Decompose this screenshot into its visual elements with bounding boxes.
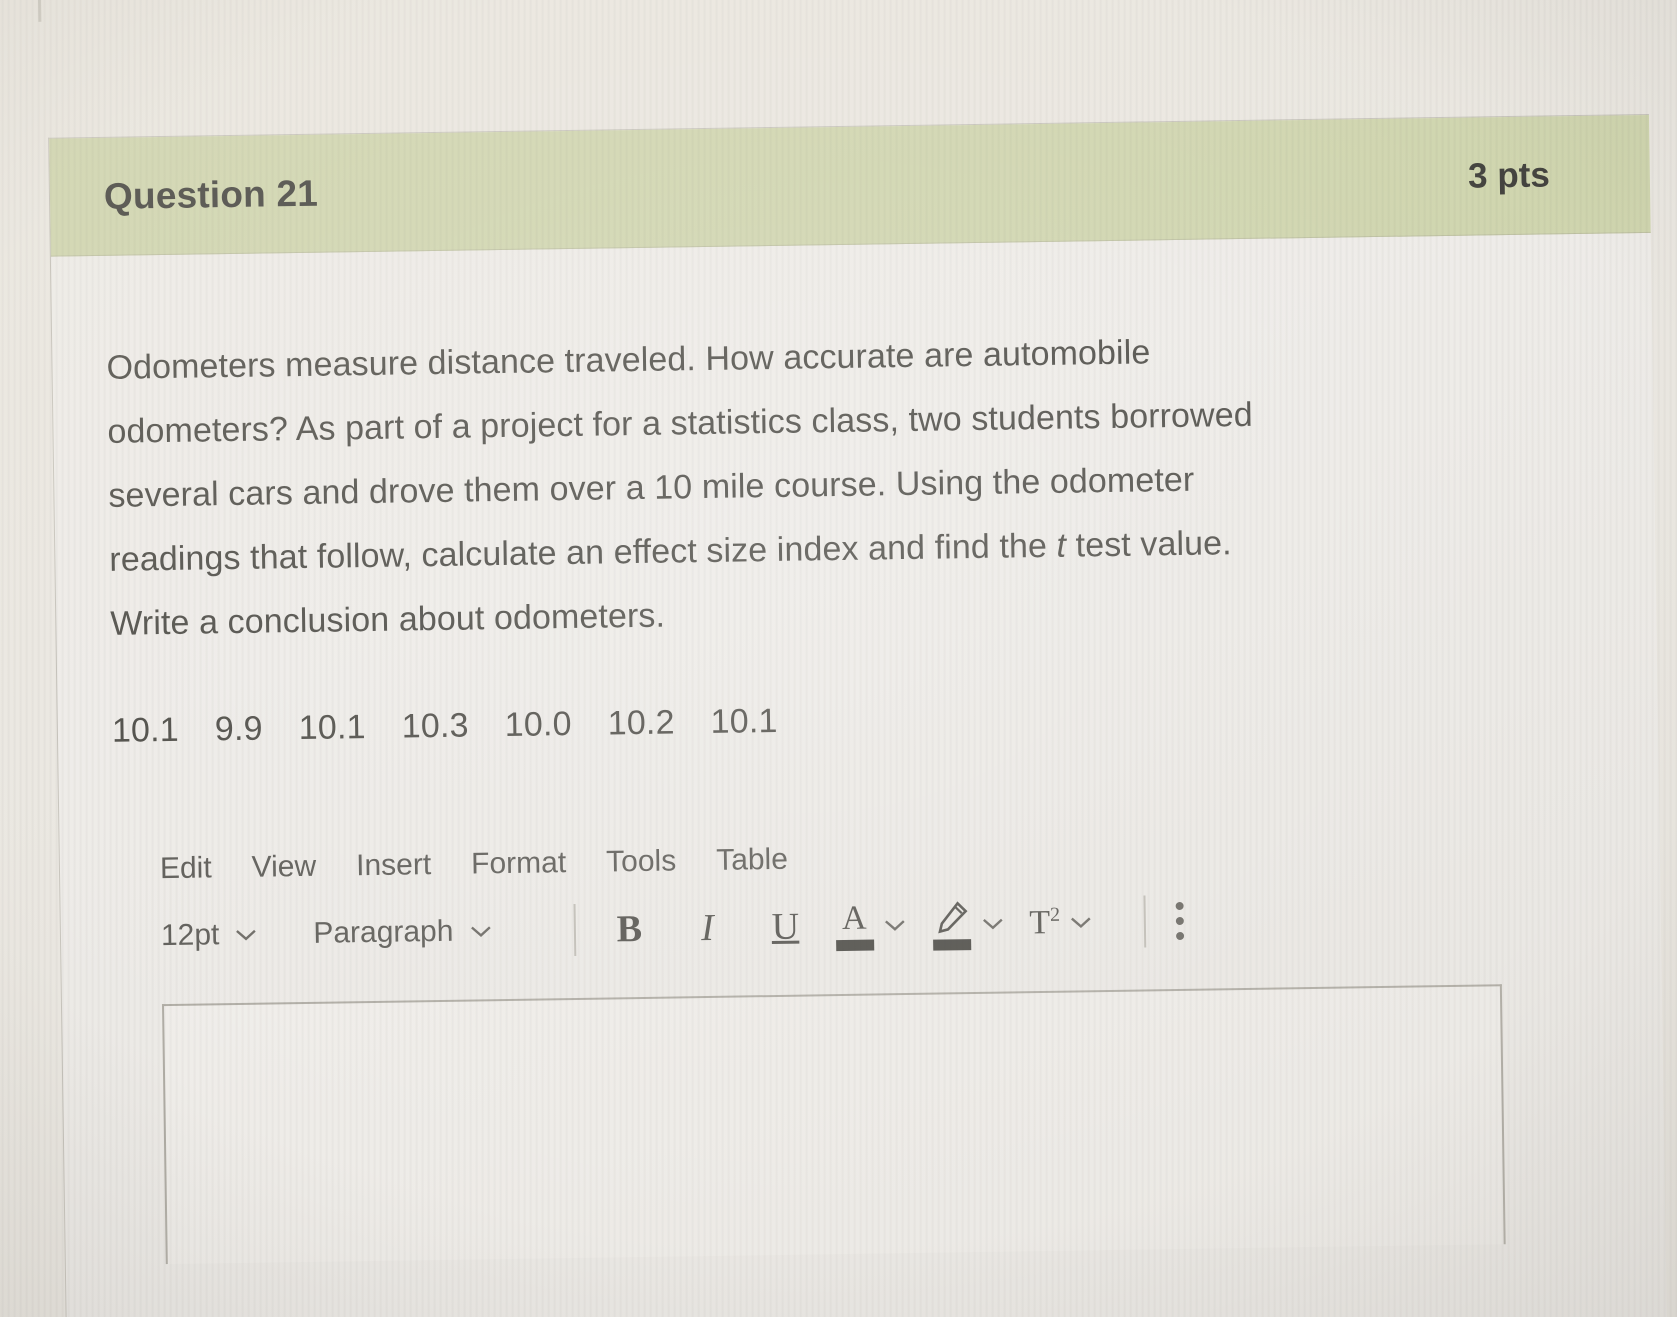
previous-question-card-left-edge [37, 0, 42, 22]
text-color-button[interactable]: A [835, 899, 906, 951]
highlight-color-swatch-bar [932, 938, 971, 951]
rich-content-editor: Edit View Insert Format Tools Table 12pt [136, 826, 1542, 1265]
toolbar-separator [573, 903, 576, 956]
italic-variable-t: t [1056, 526, 1067, 565]
chevron-down-icon [235, 929, 257, 941]
question-header: Question 21 3 pts [49, 114, 1651, 257]
chevron-down-icon[interactable] [883, 919, 905, 931]
menu-item-edit[interactable]: Edit [160, 851, 212, 886]
reading-value: 10.0 [504, 704, 572, 744]
font-size-value: 12pt [160, 918, 220, 953]
text-color-icon: A [835, 899, 874, 951]
block-format-select[interactable]: Paragraph [313, 914, 492, 951]
menu-item-insert[interactable]: Insert [356, 848, 432, 883]
question-points: 3 pts [1467, 154, 1551, 196]
question-text-line-part: test value. [1065, 524, 1232, 565]
superscript-button[interactable]: T2 [1029, 903, 1092, 942]
question-text-line-part: readings that follow, calculate an effec… [109, 526, 1057, 579]
toolbar-separator [1143, 895, 1147, 948]
bold-button[interactable]: B [601, 901, 658, 958]
answer-textarea[interactable] [161, 984, 1506, 1265]
chevron-down-icon[interactable] [1070, 916, 1092, 929]
reading-value: 10.3 [401, 706, 469, 746]
odometer-readings: 10.1 9.9 10.1 10.3 10.0 10.2 10.1 [112, 690, 1598, 751]
question-title: Question 21 [103, 172, 319, 217]
superscript-exponent: 2 [1049, 903, 1061, 926]
question-card: Question 21 3 pts Odometers measure dist… [48, 113, 1668, 1317]
highlight-color-button[interactable] [931, 898, 1004, 951]
screen-surface: Question 21 3 pts Odometers measure dist… [0, 0, 1677, 1317]
reading-value: 10.2 [607, 703, 675, 743]
question-body: Odometers measure distance traveled. How… [51, 233, 1667, 1317]
reading-value: 9.9 [214, 709, 264, 749]
kebab-dot [1175, 901, 1184, 911]
text-color-letter: A [841, 899, 867, 937]
more-options-icon[interactable] [1175, 901, 1185, 941]
superscript-icon: T2 [1029, 904, 1060, 943]
kebab-dot [1176, 916, 1185, 926]
menu-item-tools[interactable]: Tools [606, 844, 677, 879]
kebab-dot [1176, 931, 1185, 941]
superscript-letter: T [1029, 904, 1051, 942]
menu-item-view[interactable]: View [251, 850, 316, 885]
italic-button[interactable]: I [679, 900, 736, 957]
chevron-down-icon [469, 925, 491, 937]
photo-of-screen: Question 21 3 pts Odometers measure dist… [0, 0, 1677, 1317]
block-format-value: Paragraph [313, 914, 454, 950]
underline-button[interactable]: U [757, 898, 814, 955]
highlighter-pen-icon [931, 899, 972, 951]
reading-value: 10.1 [710, 701, 778, 741]
font-size-select[interactable]: 12pt [161, 918, 258, 953]
question-text: Odometers measure distance traveled. How… [106, 315, 1531, 656]
reading-value: 10.1 [111, 710, 180, 750]
text-color-swatch-bar [835, 939, 874, 951]
chevron-down-icon[interactable] [981, 918, 1003, 930]
menu-item-table[interactable]: Table [716, 843, 788, 878]
reading-value: 10.1 [298, 708, 367, 748]
menu-item-format[interactable]: Format [471, 846, 567, 881]
